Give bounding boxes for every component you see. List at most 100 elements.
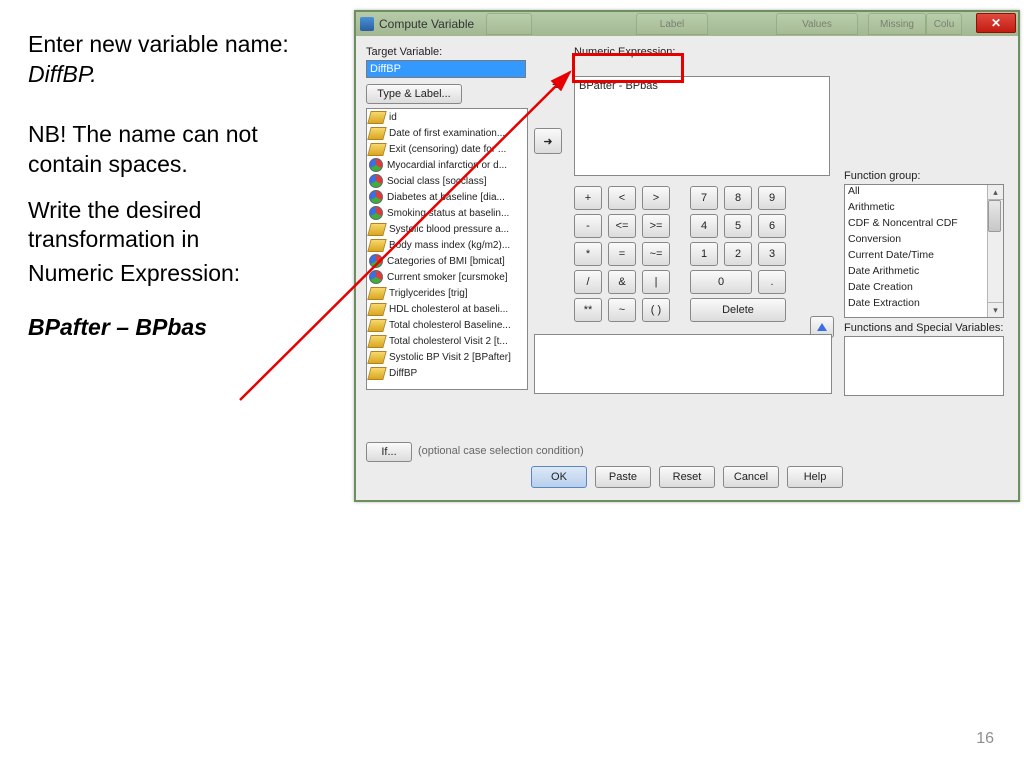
keypad-7[interactable]: 7 bbox=[690, 186, 718, 210]
keypad-~[interactable]: ~ bbox=[608, 298, 636, 322]
function-group-item[interactable]: Date Extraction bbox=[845, 297, 1003, 313]
function-group-item[interactable]: Conversion bbox=[845, 233, 1003, 249]
ruler-icon bbox=[367, 127, 386, 140]
ruler-icon bbox=[367, 239, 386, 252]
titlebar[interactable]: Compute Variable Label Values Missing Co… bbox=[356, 12, 1018, 36]
functions-special-label: Functions and Special Variables: bbox=[844, 322, 1003, 334]
keypad-9[interactable]: 9 bbox=[758, 186, 786, 210]
blur-tab bbox=[486, 13, 532, 35]
ruler-icon bbox=[367, 319, 386, 332]
keypad->[interactable]: > bbox=[642, 186, 670, 210]
type-label-button[interactable]: Type & Label... bbox=[366, 84, 462, 104]
function-group-item[interactable]: Arithmetic bbox=[845, 201, 1003, 217]
function-group-item[interactable]: Date Creation bbox=[845, 281, 1003, 297]
list-item[interactable]: Systolic BP Visit 2 [BPafter] bbox=[367, 349, 527, 365]
keypad-2[interactable]: 2 bbox=[724, 242, 752, 266]
keypad-( )[interactable]: ( ) bbox=[642, 298, 670, 322]
ruler-icon bbox=[367, 367, 386, 380]
list-item[interactable]: Total cholesterol Visit 2 [t... bbox=[367, 333, 527, 349]
function-group-item[interactable]: All bbox=[845, 185, 1003, 201]
target-variable-label: Target Variable: bbox=[366, 46, 442, 58]
functions-special-list[interactable] bbox=[844, 336, 1004, 396]
optional-case-label: (optional case selection condition) bbox=[418, 445, 584, 457]
list-item[interactable]: Myocardial infarction or d... bbox=[367, 157, 527, 173]
function-group-item[interactable]: Current Date/Time bbox=[845, 249, 1003, 265]
keypad-5[interactable]: 5 bbox=[724, 214, 752, 238]
ruler-icon bbox=[367, 111, 386, 124]
list-item[interactable]: Total cholesterol Baseline... bbox=[367, 317, 527, 333]
variable-list[interactable]: idDate of first examination...Exit (cens… bbox=[366, 108, 528, 390]
keypad-1[interactable]: 1 bbox=[690, 242, 718, 266]
description-box bbox=[534, 334, 832, 394]
keypad-|[interactable]: | bbox=[642, 270, 670, 294]
nominal-icon bbox=[369, 190, 383, 204]
compute-variable-window: Compute Variable Label Values Missing Co… bbox=[354, 10, 1020, 502]
nominal-icon bbox=[369, 206, 383, 220]
help-button[interactable]: Help bbox=[787, 466, 843, 488]
list-item[interactable]: id bbox=[367, 109, 527, 125]
keypad-6[interactable]: 6 bbox=[758, 214, 786, 238]
function-group-item[interactable]: Date Arithmetic bbox=[845, 265, 1003, 281]
list-item[interactable]: Body mass index (kg/m2)... bbox=[367, 237, 527, 253]
list-item[interactable]: Current smoker [cursmoke] bbox=[367, 269, 527, 285]
numeric-expression-input[interactable]: BPafter - BPbas bbox=[574, 76, 830, 176]
move-right-button[interactable]: ➜ bbox=[534, 128, 562, 154]
keypad-8[interactable]: 8 bbox=[724, 186, 752, 210]
reset-button[interactable]: Reset bbox=[659, 466, 715, 488]
nominal-icon bbox=[369, 254, 383, 268]
nominal-icon bbox=[369, 158, 383, 172]
keypad-3[interactable]: 3 bbox=[758, 242, 786, 266]
list-item[interactable]: Categories of BMI [bmicat] bbox=[367, 253, 527, 269]
blur-tab: Values bbox=[776, 13, 858, 35]
blur-tab: Missing bbox=[868, 13, 926, 35]
keypad-*[interactable]: * bbox=[574, 242, 602, 266]
paste-button[interactable]: Paste bbox=[595, 466, 651, 488]
target-variable-input[interactable]: DiffBP bbox=[366, 60, 526, 78]
ruler-icon bbox=[367, 335, 386, 348]
instruction-text: Enter new variable name: DiffBP. NB! The… bbox=[28, 30, 328, 359]
list-item[interactable]: Exit (censoring) date for ... bbox=[367, 141, 527, 157]
app-icon bbox=[360, 17, 374, 31]
keypad-0[interactable]: 0 bbox=[690, 270, 752, 294]
nominal-icon bbox=[369, 174, 383, 188]
delete-button[interactable]: Delete bbox=[690, 298, 786, 322]
nominal-icon bbox=[369, 270, 383, 284]
ruler-icon bbox=[367, 223, 386, 236]
ok-button[interactable]: OK bbox=[531, 466, 587, 488]
keypad-**[interactable]: ** bbox=[574, 298, 602, 322]
window-title: Compute Variable bbox=[379, 17, 474, 31]
if-button[interactable]: If... bbox=[366, 442, 412, 462]
close-button[interactable]: ✕ bbox=[976, 13, 1016, 33]
keypad-4[interactable]: 4 bbox=[690, 214, 718, 238]
list-item[interactable]: Smoking status at baselin... bbox=[367, 205, 527, 221]
equals-sign: = bbox=[552, 78, 560, 93]
dialog-buttons: OK Paste Reset Cancel Help bbox=[356, 466, 1018, 488]
list-item[interactable]: Date of first examination... bbox=[367, 125, 527, 141]
function-group-list[interactable]: AllArithmeticCDF & Noncentral CDFConvers… bbox=[844, 184, 1004, 318]
keypad-<[interactable]: < bbox=[608, 186, 636, 210]
ruler-icon bbox=[367, 303, 386, 316]
ruler-icon bbox=[367, 143, 386, 156]
function-group-item[interactable]: CDF & Noncentral CDF bbox=[845, 217, 1003, 233]
numeric-expression-label: Numeric Expression: bbox=[574, 46, 675, 58]
keypad-&[interactable]: & bbox=[608, 270, 636, 294]
blur-tab: Label bbox=[636, 13, 708, 35]
keypad-+[interactable]: + bbox=[574, 186, 602, 210]
list-item[interactable]: Triglycerides [trig] bbox=[367, 285, 527, 301]
function-group-label: Function group: bbox=[844, 170, 920, 182]
keypad-/[interactable]: / bbox=[574, 270, 602, 294]
keypad-~=[interactable]: ~= bbox=[642, 242, 670, 266]
keypad--[interactable]: - bbox=[574, 214, 602, 238]
keypad->=[interactable]: >= bbox=[642, 214, 670, 238]
keypad-.[interactable]: . bbox=[758, 270, 786, 294]
cancel-button[interactable]: Cancel bbox=[723, 466, 779, 488]
list-item[interactable]: Diabetes at baseline [dia... bbox=[367, 189, 527, 205]
list-item[interactable]: DiffBP bbox=[367, 365, 527, 381]
list-item[interactable]: HDL cholesterol at baseli... bbox=[367, 301, 527, 317]
list-item[interactable]: Systolic blood pressure a... bbox=[367, 221, 527, 237]
list-item[interactable]: Social class [socclass] bbox=[367, 173, 527, 189]
ruler-icon bbox=[367, 287, 386, 300]
keypad-=[interactable]: = bbox=[608, 242, 636, 266]
scroll-thumb[interactable] bbox=[988, 200, 1001, 232]
keypad-<=[interactable]: <= bbox=[608, 214, 636, 238]
